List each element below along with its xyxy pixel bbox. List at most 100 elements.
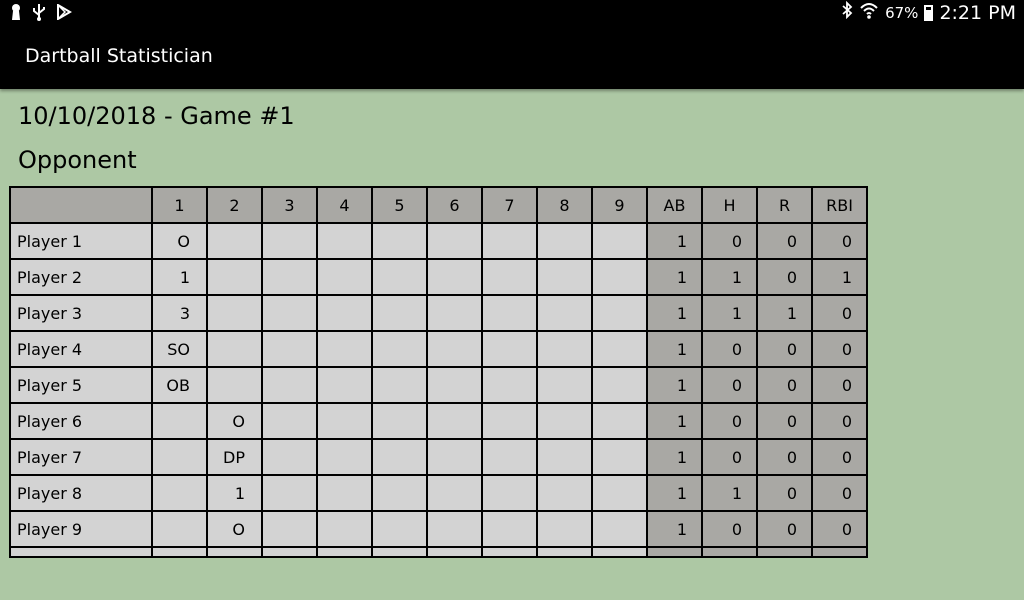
inning-cell[interactable] <box>426 258 483 296</box>
inning-cell[interactable] <box>591 330 648 368</box>
player-name-cell[interactable]: Player 2 <box>9 258 153 296</box>
inning-cell[interactable] <box>371 222 428 260</box>
stat-cell-ab: 1 <box>646 402 703 440</box>
inning-cell[interactable] <box>371 474 428 512</box>
inning-cell[interactable] <box>316 294 373 332</box>
inning-cell[interactable] <box>261 366 318 404</box>
inning-cell[interactable] <box>316 258 373 296</box>
inning-cell[interactable] <box>481 258 538 296</box>
inning-cell[interactable] <box>481 294 538 332</box>
inning-cell[interactable] <box>481 402 538 440</box>
inning-cell[interactable]: DP <box>206 438 263 476</box>
inning-cell[interactable]: OB <box>151 366 208 404</box>
inning-cell[interactable] <box>426 402 483 440</box>
inning-cell[interactable] <box>316 438 373 476</box>
inning-cell[interactable] <box>316 330 373 368</box>
inning-cell[interactable] <box>536 366 593 404</box>
inning-cell[interactable] <box>206 258 263 296</box>
inning-cell[interactable] <box>371 510 428 548</box>
inning-cell[interactable] <box>261 222 318 260</box>
inning-cell[interactable] <box>371 294 428 332</box>
player-name-cell[interactable]: Player 7 <box>9 438 153 476</box>
inning-cell[interactable] <box>481 438 538 476</box>
inning-cell[interactable] <box>426 330 483 368</box>
stat-cell-rbi: 0 <box>811 294 868 332</box>
inning-cell[interactable] <box>426 366 483 404</box>
inning-cell[interactable] <box>591 294 648 332</box>
inning-cell[interactable] <box>536 474 593 512</box>
inning-cell[interactable]: O <box>151 222 208 260</box>
inning-cell[interactable] <box>591 366 648 404</box>
inning-cell[interactable] <box>591 438 648 476</box>
player-name-cell[interactable]: Player 6 <box>9 402 153 440</box>
inning-cell[interactable] <box>316 510 373 548</box>
inning-cell[interactable] <box>316 474 373 512</box>
inning-cell[interactable]: O <box>206 402 263 440</box>
inning-cell[interactable] <box>481 510 538 548</box>
inning-cell[interactable] <box>536 438 593 476</box>
inning-cell[interactable] <box>151 402 208 440</box>
inning-cell[interactable] <box>426 510 483 548</box>
inning-cell[interactable] <box>426 474 483 512</box>
inning-cell[interactable] <box>371 366 428 404</box>
player-name-cell[interactable]: Player 5 <box>9 366 153 404</box>
inning-cell[interactable] <box>536 330 593 368</box>
table-row: Player 4 SO 1 0 0 0 <box>9 330 868 368</box>
inning-cell[interactable] <box>481 222 538 260</box>
inning-cell[interactable] <box>536 402 593 440</box>
inning-cell[interactable] <box>536 294 593 332</box>
inning-cell[interactable] <box>426 222 483 260</box>
inning-cell[interactable] <box>261 438 318 476</box>
inning-cell[interactable] <box>591 510 648 548</box>
inning-cell[interactable] <box>151 474 208 512</box>
player-name-cell[interactable]: Player 9 <box>9 510 153 548</box>
inning-cell[interactable] <box>371 402 428 440</box>
inning-cell[interactable]: SO <box>151 330 208 368</box>
inning-cell[interactable] <box>591 258 648 296</box>
player-name-cell[interactable]: Player 8 <box>9 474 153 512</box>
inning-cell[interactable] <box>261 474 318 512</box>
inning-cell[interactable] <box>206 294 263 332</box>
empty-cell <box>536 546 593 558</box>
inning-cell[interactable] <box>371 438 428 476</box>
inning-cell[interactable] <box>536 510 593 548</box>
empty-cell <box>371 546 428 558</box>
inning-cell[interactable] <box>481 366 538 404</box>
inning-cell[interactable] <box>536 258 593 296</box>
table-row: Player 5 OB 1 0 0 0 <box>9 366 868 404</box>
inning-cell[interactable] <box>261 402 318 440</box>
inning-cell[interactable] <box>591 402 648 440</box>
inning-cell[interactable] <box>481 474 538 512</box>
inning-cell[interactable]: 1 <box>151 258 208 296</box>
inning-cell[interactable] <box>261 330 318 368</box>
inning-cell[interactable] <box>371 330 428 368</box>
inning-cell[interactable] <box>316 402 373 440</box>
inning-cell[interactable] <box>536 222 593 260</box>
inning-cell[interactable]: 1 <box>206 474 263 512</box>
inning-cell[interactable] <box>481 330 538 368</box>
inning-cell[interactable] <box>261 258 318 296</box>
inning-cell[interactable] <box>151 438 208 476</box>
player-name-cell[interactable]: Player 1 <box>9 222 153 260</box>
inning-cell[interactable] <box>206 366 263 404</box>
inning-cell[interactable]: O <box>206 510 263 548</box>
table-row: Player 811100 <box>9 474 868 512</box>
inning-cell[interactable] <box>261 294 318 332</box>
player-name-cell[interactable]: Player 4 <box>9 330 153 368</box>
inning-cell[interactable] <box>591 474 648 512</box>
inning-cell[interactable] <box>261 510 318 548</box>
inning-cell[interactable] <box>426 294 483 332</box>
stat-cell-ab: 1 <box>646 222 703 260</box>
player-name-cell[interactable]: Player 3 <box>9 294 153 332</box>
inning-cell[interactable] <box>206 222 263 260</box>
inning-cell[interactable] <box>426 438 483 476</box>
inning-cell[interactable] <box>151 510 208 548</box>
inning-cell[interactable] <box>591 222 648 260</box>
inning-cell[interactable] <box>206 330 263 368</box>
inning-cell[interactable] <box>316 222 373 260</box>
inning-cell[interactable] <box>371 258 428 296</box>
empty-cell <box>151 546 208 558</box>
inning-cell[interactable]: 3 <box>151 294 208 332</box>
empty-cell <box>646 546 703 558</box>
inning-cell[interactable] <box>316 366 373 404</box>
